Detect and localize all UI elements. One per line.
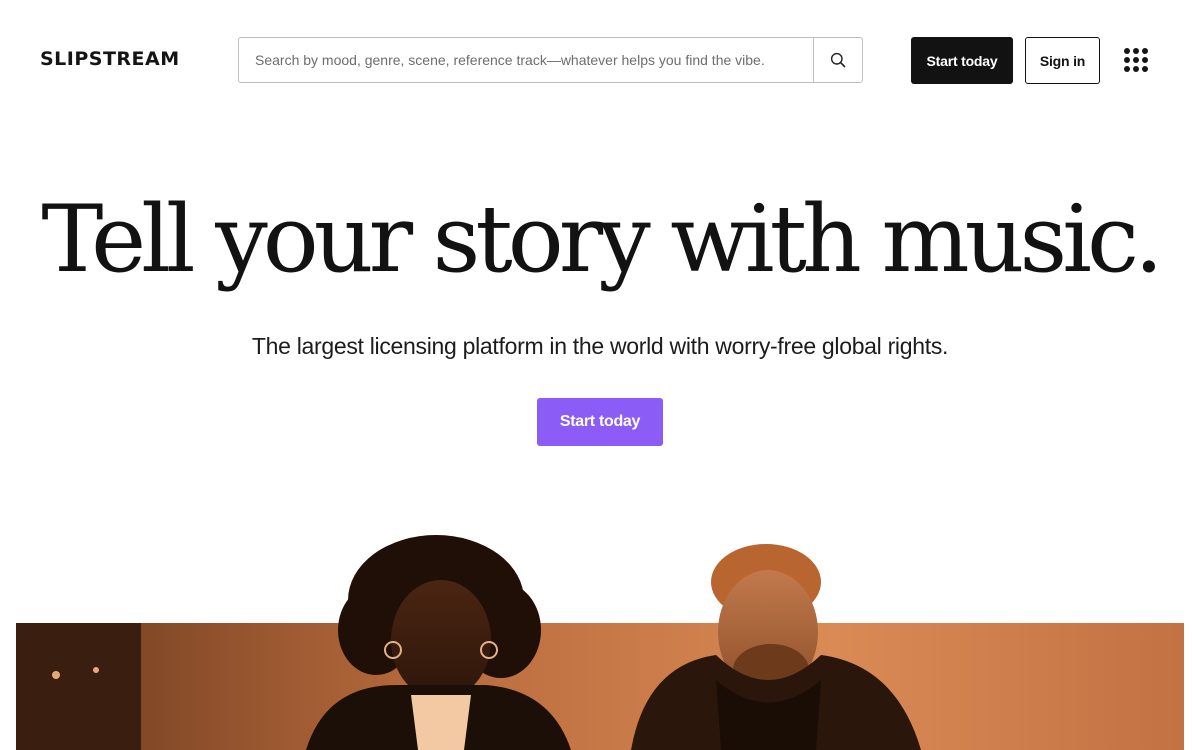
search-bar — [238, 37, 863, 83]
start-today-cta-button[interactable]: Start today — [537, 398, 663, 446]
hero-title: Tell your story with music. — [41, 185, 1163, 293]
hero-photo — [16, 520, 1184, 750]
start-today-header-button[interactable]: Start today — [911, 37, 1013, 84]
brand-logo[interactable]: SLIPSTREAM — [40, 48, 180, 70]
search-icon — [830, 52, 846, 68]
search-input[interactable] — [239, 38, 813, 82]
hero-photo-illustration — [16, 535, 1184, 750]
site-header: SLIPSTREAM Start today Sign in — [0, 0, 1200, 120]
sign-in-button[interactable]: Sign in — [1025, 37, 1100, 84]
grid-menu-icon[interactable] — [1124, 48, 1148, 72]
hero-subtitle: The largest licensing platform in the wo… — [251, 333, 949, 359]
search-button[interactable] — [813, 38, 862, 82]
